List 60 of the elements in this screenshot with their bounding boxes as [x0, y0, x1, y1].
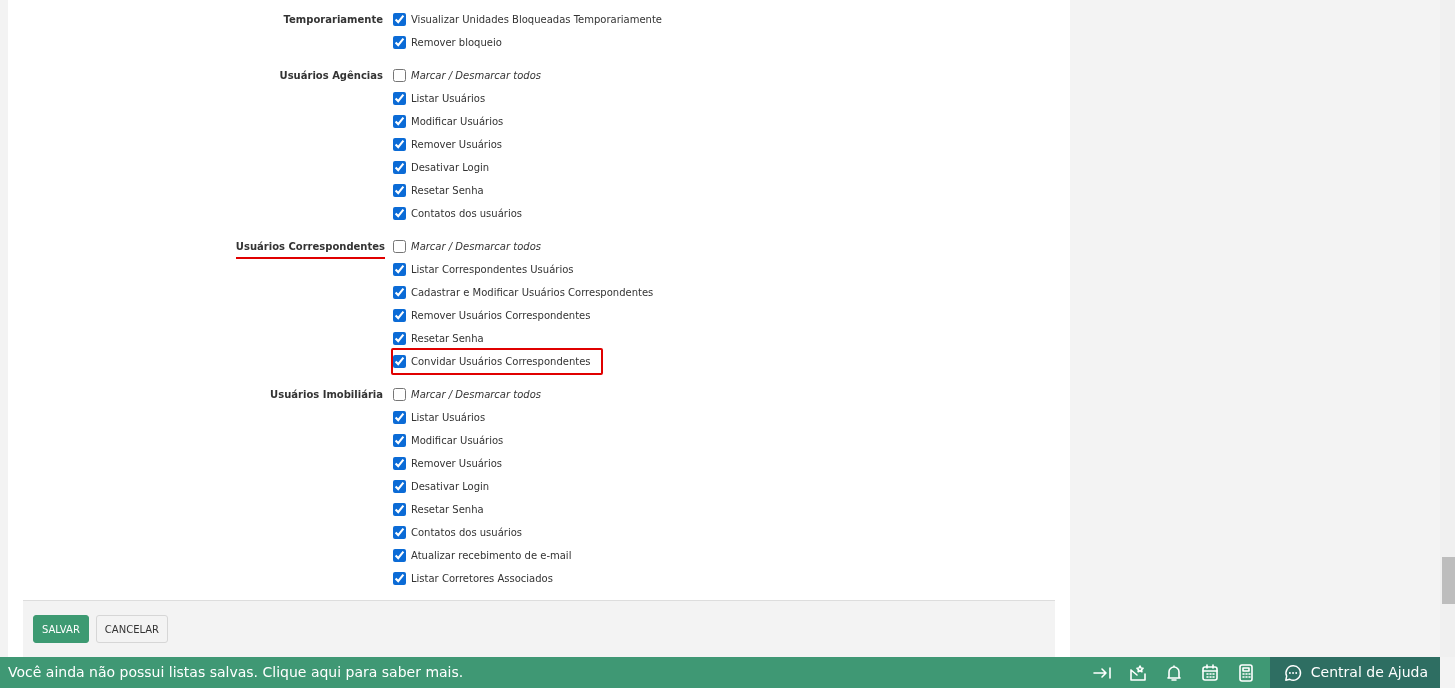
checkbox[interactable]	[393, 13, 406, 26]
group-label: Usuários Imobiliária	[270, 388, 383, 402]
checkbox[interactable]	[393, 263, 406, 276]
checkbox[interactable]	[393, 240, 406, 253]
option-label: Resetar Senha	[411, 184, 484, 198]
help-center-button[interactable]: Central de Ajuda	[1269, 657, 1440, 688]
option-label: Modificar Usuários	[411, 115, 504, 129]
option-label: Resetar Senha	[411, 332, 484, 346]
cancel-button[interactable]: CANCELAR	[95, 615, 169, 643]
option-label: Cadastrar e Modificar Usuários Correspondentes	[411, 286, 654, 300]
checkbox[interactable]	[393, 207, 406, 220]
checkbox[interactable]	[393, 69, 406, 82]
checkbox[interactable]	[393, 503, 406, 516]
save-button[interactable]: SALVAR	[33, 615, 89, 643]
toggle-all-label: Marcar / Desmarcar todos	[411, 69, 541, 83]
checkbox[interactable]	[393, 411, 406, 424]
option-label: Remover bloqueio	[411, 36, 502, 50]
option-label: Listar Correspondentes Usuários	[411, 263, 574, 277]
checkbox[interactable]	[393, 184, 406, 197]
checkbox[interactable]	[393, 526, 406, 539]
option-label: Remover Usuários Correspondentes	[411, 309, 591, 323]
checkbox[interactable]	[393, 549, 406, 562]
option-label: Remover Usuários	[411, 138, 503, 152]
chat-bubble-icon	[1283, 663, 1302, 682]
scrollbar-thumb[interactable]	[1442, 557, 1455, 604]
toggle-all-label: Marcar / Desmarcar todos	[411, 240, 541, 254]
saved-lists-message[interactable]: Você ainda não possui listas salvas. Clique aqui para saber mais.	[0, 662, 1084, 683]
option-label: Resetar Senha	[411, 503, 484, 517]
checkbox[interactable]	[393, 286, 406, 299]
checkbox[interactable]	[393, 480, 406, 493]
envelope-star-icon	[1127, 662, 1148, 683]
checkbox[interactable]	[393, 138, 406, 151]
checkbox[interactable]	[393, 434, 406, 447]
checkbox[interactable]	[393, 355, 406, 368]
option-label: Desativar Login	[411, 161, 490, 175]
option-label: Visualizar Unidades Bloqueadas Temporariamente	[411, 13, 662, 27]
checkbox[interactable]	[393, 332, 406, 345]
checkbox[interactable]	[393, 457, 406, 470]
toggle-all-label: Marcar / Desmarcar todos	[411, 388, 541, 402]
option-label: Desativar Login	[411, 480, 490, 494]
checkbox[interactable]	[393, 92, 406, 105]
checkbox[interactable]	[393, 115, 406, 128]
checkbox[interactable]	[393, 36, 406, 49]
group-label: Usuários Correspondentes	[235, 239, 385, 259]
option-label: Modificar Usuários	[411, 434, 504, 448]
option-label: Listar Usuários	[411, 92, 486, 106]
checkbox[interactable]	[393, 572, 406, 585]
checkbox[interactable]	[393, 309, 406, 322]
option-label: Convidar Usuários Correspondentes	[411, 355, 591, 369]
option-label: Listar Corretores Associados	[411, 572, 553, 586]
option-label: Listar Usuários	[411, 411, 486, 425]
option-label: Remover Usuários	[411, 457, 503, 471]
group-label: Usuários Agências	[279, 69, 383, 83]
option-label: Contatos dos usuários	[411, 207, 522, 221]
group-label: Temporariamente	[283, 13, 383, 27]
option-label: Contatos dos usuários	[411, 526, 522, 540]
calendar-icon	[1199, 662, 1220, 683]
checkbox[interactable]	[393, 161, 406, 174]
option-label: Atualizar recebimento de e-mail	[411, 549, 572, 563]
checkbox[interactable]	[393, 388, 406, 401]
